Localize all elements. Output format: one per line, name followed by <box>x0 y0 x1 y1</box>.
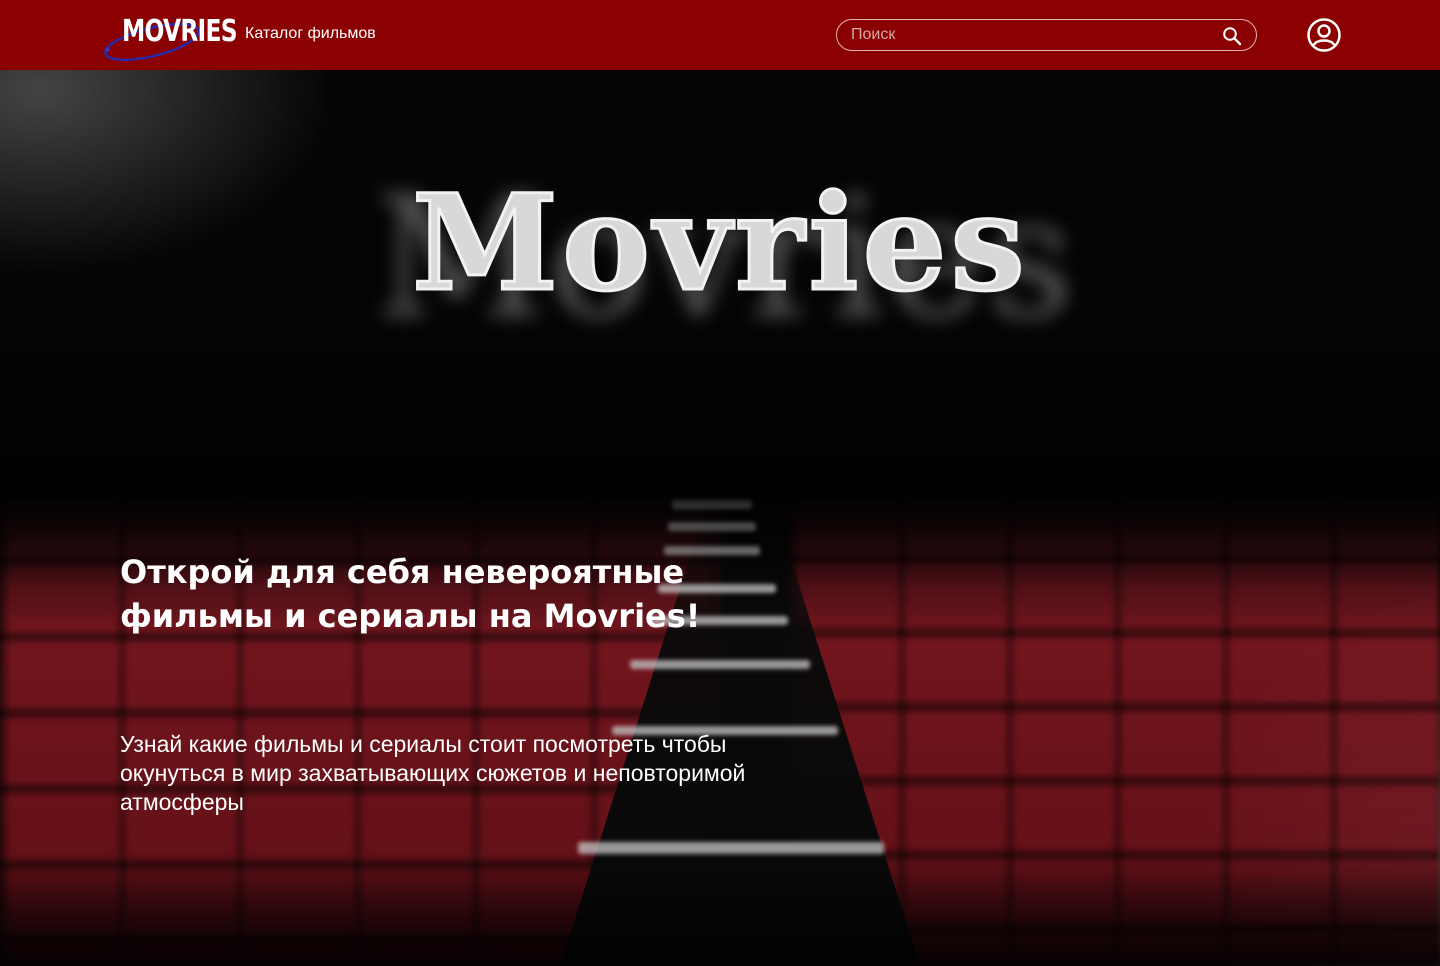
logo-text[interactable]: MOVRIES <box>122 14 238 49</box>
top-header: MOVRIES Каталог фильмов <box>0 0 1440 70</box>
search-box <box>836 19 1257 51</box>
hero-bottom-shadow <box>0 850 1440 966</box>
hero-banner: Movries Movries Открой для себя невероят… <box>0 70 1440 966</box>
hero-subtitle: Узнай какие фильмы и сериалы стоит посмо… <box>120 731 746 815</box>
search-icon[interactable] <box>1222 26 1242 46</box>
search-input[interactable] <box>851 20 1221 50</box>
nav-catalog-link[interactable]: Каталог фильмов <box>245 25 376 43</box>
brand-title: Movries <box>411 165 1029 323</box>
hero-headline: Открой для себя невероятные фильмы и сер… <box>120 553 701 635</box>
user-circle-icon[interactable] <box>1306 17 1342 53</box>
aisle-step <box>630 660 810 669</box>
